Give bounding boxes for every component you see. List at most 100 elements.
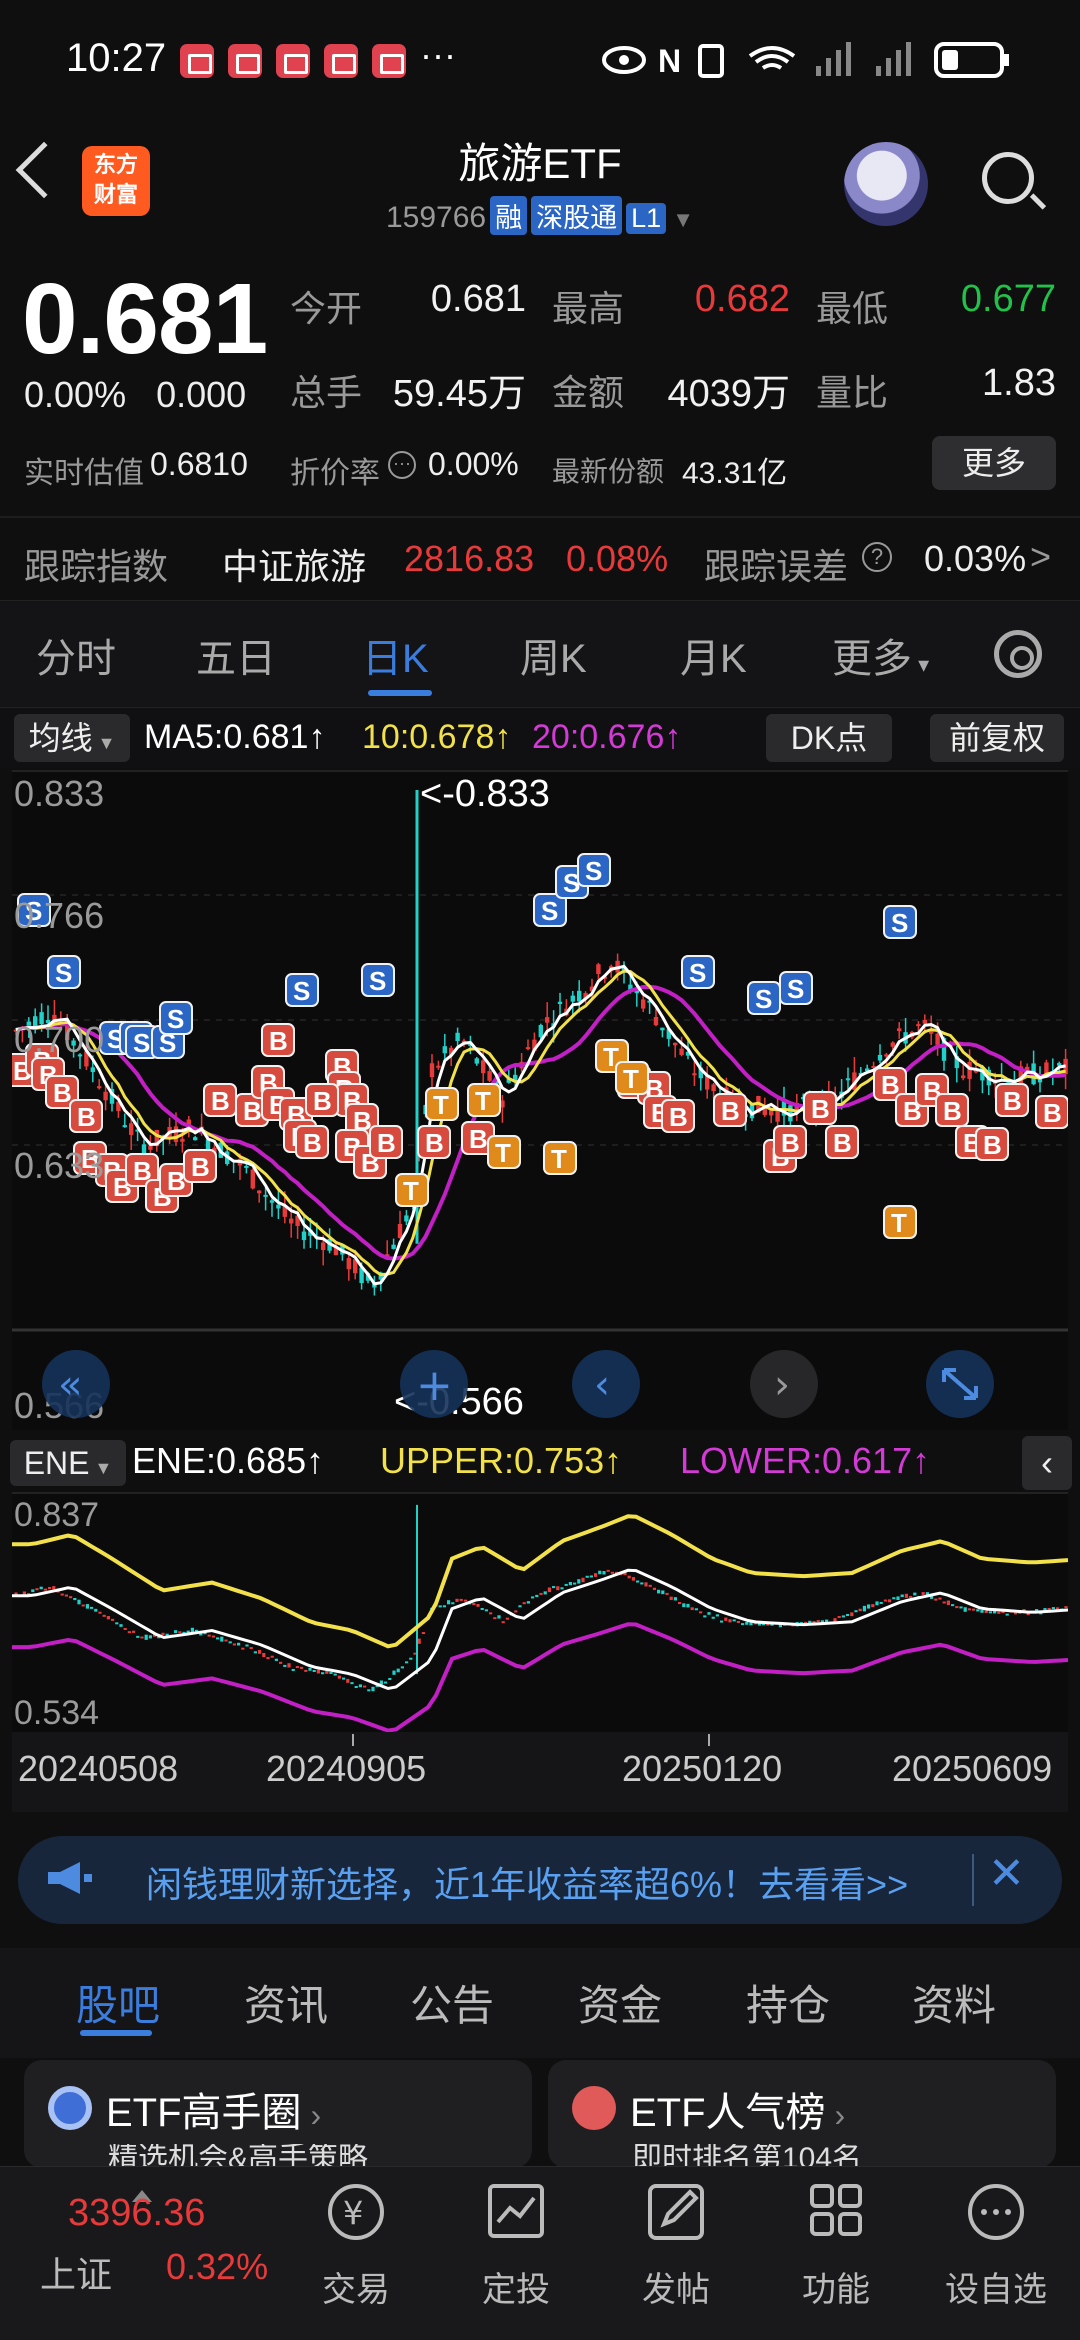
fullscreen-button[interactable]: [926, 1350, 994, 1418]
adjust-button[interactable]: 前复权: [930, 714, 1064, 762]
tab-holdings[interactable]: 持仓: [746, 1972, 830, 2033]
ma-selector[interactable]: 均线 ▼: [14, 714, 130, 762]
add-watchlist-icon[interactable]: [936, 2176, 1056, 2246]
candle-body: [845, 1078, 851, 1081]
tab-news[interactable]: 资讯: [244, 1972, 328, 2033]
candlestick-chart[interactable]: SSSSSSSSSSSSSSSSBBBBBBBBBBBBBBBBBBBBBBBB…: [12, 770, 1068, 1430]
candle-body: [127, 1631, 131, 1634]
scroll-left-fast-button[interactable]: «: [42, 1350, 110, 1418]
tab-monthly-k[interactable]: 月K: [680, 626, 747, 684]
nav-functions[interactable]: 功能: [776, 2262, 896, 2311]
nav-add-watchlist[interactable]: 设自选: [936, 2262, 1056, 2311]
ma20-value: 20:0.676↑: [532, 718, 682, 756]
notification-icon: [372, 44, 406, 78]
candle-body: [123, 1628, 127, 1631]
dk-point-button[interactable]: DK点: [766, 714, 892, 762]
price-change: 0.00% 0.000: [24, 374, 247, 415]
candle-body: [577, 990, 582, 1002]
collapse-chevron-icon[interactable]: ‹: [1022, 1436, 1072, 1490]
candle-body: [244, 1165, 249, 1168]
candle-body: [769, 1110, 774, 1116]
ene-chart[interactable]: 0.837 0.534: [12, 1492, 1068, 1732]
sell-signal-marker: S: [361, 963, 395, 997]
tab-profile[interactable]: 资料: [912, 1972, 996, 2033]
chevron-right-icon[interactable]: >: [1030, 536, 1051, 578]
sell-signal-marker: S: [159, 1001, 193, 1035]
date-label: 20250120: [622, 1748, 783, 1789]
ene-selector[interactable]: ENE ▼: [10, 1440, 126, 1486]
zoom-in-button[interactable]: +: [400, 1350, 468, 1418]
scroll-left-button[interactable]: ‹: [572, 1350, 640, 1418]
tab-daily-k[interactable]: 日K: [362, 626, 429, 684]
functions-grid-icon[interactable]: [776, 2176, 896, 2246]
svg-text:T: T: [475, 1086, 491, 1116]
candle-body: [291, 1668, 295, 1671]
candle-body: [741, 1623, 745, 1626]
candle-body: [94, 1608, 98, 1612]
svg-text:¥: ¥: [343, 2194, 363, 2232]
tab-five-day[interactable]: 五日: [196, 626, 276, 684]
candle-body: [951, 1604, 955, 1607]
svg-text:B: B: [167, 1166, 186, 1196]
search-icon[interactable]: [982, 152, 1034, 204]
candle-body: [955, 1606, 959, 1609]
settings-gear-icon[interactable]: [994, 630, 1042, 678]
candle-body: [518, 1605, 522, 1608]
candle-body: [480, 1607, 484, 1610]
candle-body: [692, 1073, 697, 1076]
assistant-avatar-icon[interactable]: [844, 142, 928, 226]
promo-text[interactable]: 闲钱理财新选择，近1年收益率超6%！去看看>>: [146, 1856, 908, 1908]
candle-body: [644, 1582, 648, 1587]
candle-body: [501, 1621, 505, 1624]
candle-body: [429, 1063, 435, 1078]
svg-text:B: B: [943, 1096, 962, 1126]
nav-trade[interactable]: 交易: [296, 2262, 416, 2311]
tab-weekly-k[interactable]: 周K: [520, 626, 587, 684]
index-value[interactable]: 3396.36: [68, 2192, 205, 2235]
buy-signal-marker: B: [417, 1125, 451, 1159]
buy-signal-marker: B: [661, 1099, 695, 1133]
tab-fund-flow[interactable]: 资金: [578, 1972, 662, 2033]
tab-more[interactable]: 更多 ▾: [832, 626, 929, 684]
post-edit-icon[interactable]: [616, 2176, 736, 2246]
candle-body: [1064, 1606, 1068, 1609]
candle-body: [119, 1624, 123, 1627]
tracking-error-value[interactable]: 0.03%: [924, 538, 1026, 580]
candle-body: [436, 1065, 441, 1068]
high-label: 最高: [552, 288, 625, 329]
candle-body: [250, 1169, 255, 1189]
candle-body: [397, 1224, 403, 1239]
invest-plan-icon[interactable]: [456, 2176, 576, 2246]
nav-post[interactable]: 发帖: [616, 2262, 736, 2311]
tab-intraday[interactable]: 分时: [36, 626, 116, 684]
tab-announcements[interactable]: 公告: [410, 1972, 494, 2033]
tab-forum[interactable]: 股吧: [76, 1972, 160, 2033]
ene-upper-value: UPPER:0.753↑: [380, 1440, 623, 1481]
candle-body: [442, 1605, 446, 1608]
candle-body: [232, 1643, 236, 1646]
tracking-index-name[interactable]: 中证旅游: [222, 538, 366, 590]
close-icon[interactable]: ✕: [988, 1848, 1025, 1899]
candle-body: [577, 1579, 581, 1584]
nav-auto-invest[interactable]: 定投: [456, 2262, 576, 2311]
svg-text:S: S: [133, 1028, 150, 1058]
candle-body: [963, 1607, 967, 1612]
candle-body: [404, 1215, 409, 1222]
candle-body: [1047, 1607, 1051, 1610]
candle-body: [129, 1123, 134, 1135]
svg-text:B: B: [425, 1128, 444, 1158]
index-change[interactable]: 0.32%: [166, 2246, 268, 2288]
help-icon[interactable]: ?: [862, 542, 892, 572]
buy-signal-marker: B: [825, 1125, 859, 1159]
scroll-right-button[interactable]: ›: [750, 1350, 818, 1418]
shares-value: 43.31亿: [682, 457, 788, 490]
svg-text:T: T: [403, 1176, 419, 1206]
candle-body: [526, 1601, 530, 1604]
more-button[interactable]: 更多: [932, 436, 1056, 490]
trade-icon[interactable]: ¥: [296, 2176, 416, 2246]
candle-body: [564, 1583, 568, 1586]
candle-body: [400, 1666, 404, 1669]
candle-body: [237, 1642, 241, 1646]
info-dots-icon[interactable]: ···: [388, 451, 416, 479]
index-name[interactable]: 上证: [40, 2246, 112, 2298]
